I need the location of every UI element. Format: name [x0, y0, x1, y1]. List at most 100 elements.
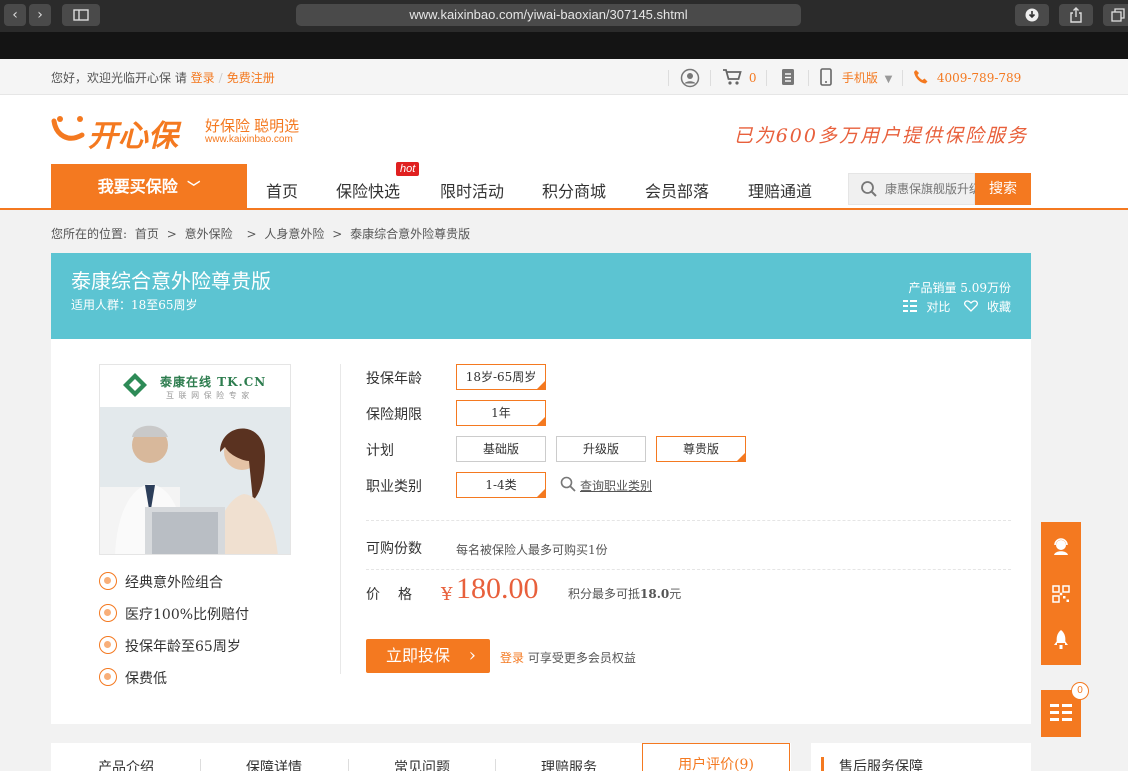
compare-icon — [903, 300, 918, 312]
plan-upgrade-option[interactable]: 升级版 — [556, 436, 646, 462]
plan-premium-option[interactable]: 尊贵版 — [656, 436, 746, 462]
share-button[interactable] — [1059, 4, 1093, 26]
buy-insurance-menu[interactable]: 我要买保险 ﹀ — [51, 164, 247, 210]
welcome-text: 您好，欢迎光临开心保 请 登录 / 免费注册 — [51, 71, 275, 85]
age-option[interactable]: 18岁-65周岁 — [456, 364, 546, 390]
nav-home[interactable]: 首页 — [266, 178, 298, 202]
divider — [366, 520, 1011, 521]
divider — [495, 759, 496, 771]
divider — [340, 364, 341, 674]
occupation-option[interactable]: 1-4类 — [456, 472, 546, 498]
top-bar: 您好，欢迎光临开心保 请 登录 / 免费注册 0 手机版 ▼ 4009-789-78… — [0, 59, 1128, 95]
back-button[interactable]: ‹ — [4, 4, 26, 26]
product-tabs: 产品介绍 保障详情 常见问题 理赔服务 用户评价(9) — [51, 743, 791, 771]
section-marker — [821, 757, 824, 771]
occupation-lookup-link[interactable]: 查询职业类别 — [580, 477, 652, 494]
divider — [668, 70, 669, 86]
feature-item: 投保年龄至65周岁 — [99, 636, 241, 656]
nav-promotions[interactable]: 限时活动 — [440, 178, 504, 202]
product-sales: 产品销量 5.09万份 — [908, 281, 1011, 295]
quantity-value: 每名被保险人最多可购买1份 — [456, 543, 608, 557]
register-link[interactable]: 免费注册 — [227, 71, 275, 85]
tab-product-intro[interactable]: 产品介绍 — [98, 757, 154, 771]
age-icon — [99, 636, 117, 654]
tab-faq[interactable]: 常见问题 — [394, 757, 450, 771]
qr-code-button[interactable] — [1041, 574, 1081, 614]
hot-badge: hot — [396, 162, 420, 176]
shield-icon — [99, 668, 117, 686]
login-link[interactable]: 登录 — [191, 71, 215, 85]
breadcrumb-home[interactable]: 首页 — [135, 227, 159, 241]
search-input[interactable] — [885, 174, 975, 204]
occupation-label: 职业类别 — [366, 479, 422, 495]
chevron-left-icon: ‹ — [12, 7, 18, 23]
cart-button[interactable]: 0 — [722, 67, 756, 89]
mobile-icon — [820, 68, 832, 86]
forward-button[interactable]: › — [29, 4, 51, 26]
price-value: 180.00 — [456, 572, 539, 605]
nav-claims[interactable]: 理赔通道 — [748, 178, 812, 202]
points-note: 积分最多可抵18.0元 — [568, 587, 682, 601]
rocket-icon — [1054, 630, 1068, 649]
back-to-top-button[interactable] — [1041, 620, 1081, 660]
breadcrumb-personal-accident[interactable]: 人身意外险 — [264, 227, 324, 241]
tab-coverage-details[interactable]: 保障详情 — [246, 757, 302, 771]
age-label: 投保年龄 — [366, 371, 422, 387]
photo-illustration — [100, 407, 290, 554]
tab-user-reviews[interactable]: 用户评价(9) — [642, 743, 790, 771]
divider — [200, 759, 201, 771]
divider — [808, 70, 809, 86]
compare-button[interactable]: 对比 — [903, 300, 954, 314]
browser-toolbar: ‹ › www.kaixinbao.com/yiwai-baoxian/3071… — [0, 0, 1128, 32]
favorite-button[interactable]: 收藏 — [964, 300, 1011, 314]
header-slogan: 已为600多万用户提供保险服务 — [733, 125, 1028, 147]
taikang-logo-subtext: 互 联 网 保 险 专 家 — [166, 391, 251, 400]
customer-service-icon — [1054, 538, 1068, 555]
smile-logo-icon — [51, 116, 85, 141]
product-image: 泰康在线 TK.CN 互 联 网 保 险 专 家 — [99, 364, 291, 555]
product-audience: 适用人群：18至65周岁 — [71, 298, 198, 312]
orders-button[interactable] — [780, 67, 796, 89]
heart-icon — [964, 300, 979, 312]
price-currency: ¥ — [441, 584, 453, 605]
document-icon — [782, 69, 794, 85]
product-actions: 对比 收藏 — [903, 298, 1011, 315]
divider — [902, 70, 903, 86]
period-option[interactable]: 1年 — [456, 400, 546, 426]
nav-quick-select[interactable]: 保险快选 — [336, 178, 400, 202]
divider — [366, 569, 1011, 570]
mobile-version-dropdown[interactable]: 手机版 ▼ — [820, 67, 892, 89]
downloads-button[interactable] — [1015, 4, 1049, 26]
price-label: 价 格 — [366, 587, 414, 603]
nav-points-mall[interactable]: 积分商城 — [542, 178, 606, 202]
address-bar[interactable]: www.kaixinbao.com/yiwai-baoxian/307145.s… — [296, 4, 801, 26]
doctor-patient-photo — [100, 407, 290, 554]
nav-member-club[interactable]: 会员部落 — [645, 178, 709, 202]
login-link[interactable]: 登录 — [500, 651, 524, 665]
customer-service-button[interactable] — [1041, 527, 1081, 567]
caret-down-icon: ▼ — [884, 74, 893, 85]
plan-basic-option[interactable]: 基础版 — [456, 436, 546, 462]
download-icon — [1025, 8, 1039, 22]
search-icon — [560, 476, 576, 492]
divider — [766, 70, 767, 86]
product-card: 泰康在线 TK.CN 互 联 网 保 险 专 家 经典意外险组合 医疗100%比… — [51, 339, 1031, 724]
phone-number: 4009-789-789 — [913, 67, 1021, 89]
divider — [710, 70, 711, 86]
product-banner: 泰康综合意外险尊贵版 适用人群：18至65周岁 产品销量 5.09万份 对比 收… — [51, 253, 1031, 339]
buy-now-button[interactable]: 立即投保 › — [366, 639, 490, 673]
cart-count: 0 — [748, 71, 757, 85]
sidebar-toggle-button[interactable] — [62, 4, 100, 26]
phone-icon — [914, 70, 928, 84]
package-icon — [99, 572, 117, 590]
user-button[interactable] — [680, 67, 700, 89]
tabs-button[interactable] — [1103, 4, 1128, 26]
chevron-down-icon: ﹀ — [187, 181, 201, 196]
breadcrumb: 您所在的位置: 首页 > 意外保险 > 人身意外险 > 泰康综合意外险尊贵版 — [51, 227, 471, 241]
breadcrumb-accident-insurance[interactable]: 意外保险 — [185, 227, 233, 241]
tab-claims-service[interactable]: 理赔服务 — [541, 757, 597, 771]
search-button[interactable]: 搜索 — [975, 173, 1031, 205]
share-icon — [1070, 7, 1082, 23]
chevron-right-icon: › — [37, 7, 43, 23]
taikang-logo-text: 泰康在线 TK.CN — [160, 375, 267, 389]
